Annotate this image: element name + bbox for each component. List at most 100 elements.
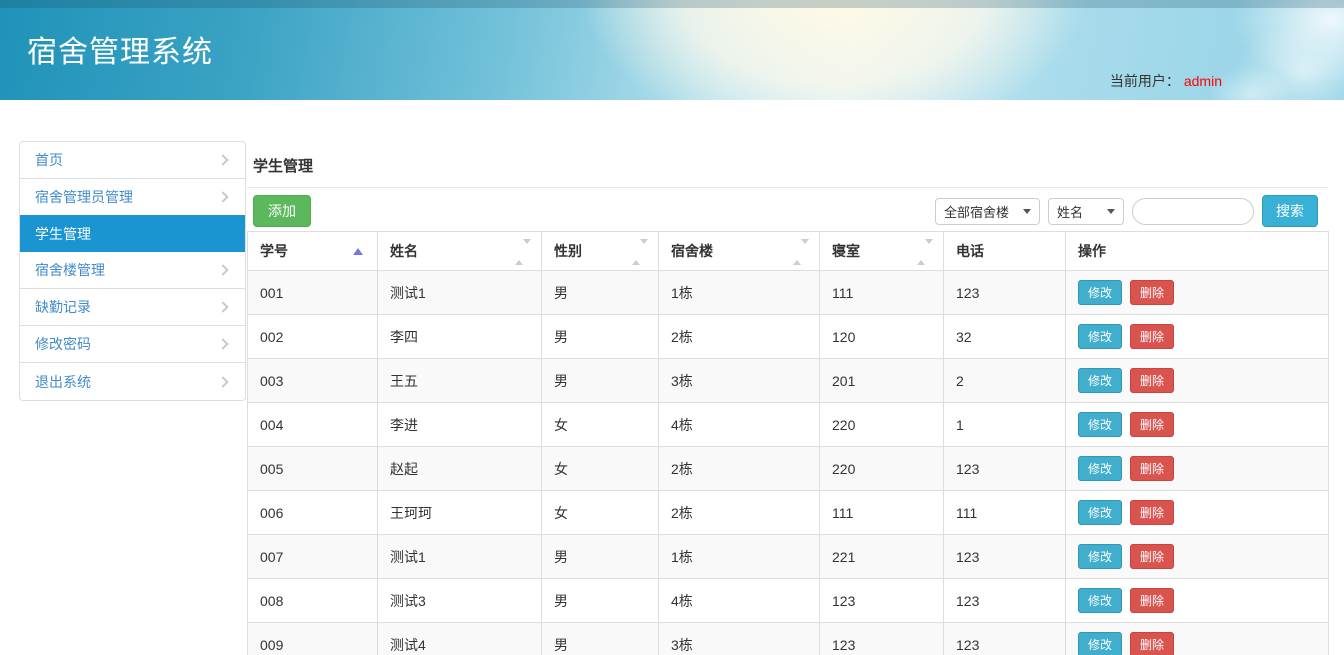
- student-id-cell: 003: [248, 359, 378, 403]
- table-row: 006王珂珂女2栋111111修改删除: [248, 491, 1329, 535]
- delete-button[interactable]: 删除: [1130, 632, 1174, 655]
- sidebar-item[interactable]: 修改密码: [20, 326, 245, 363]
- main-content: 学生管理 添加 全部宿舍楼 姓名 搜索 学号姓名性别宿舍楼寝室电话操作 001测…: [247, 141, 1328, 655]
- column-header-label: 寝室: [832, 243, 860, 259]
- student-room-cell: 111: [820, 271, 944, 315]
- table-header-row: 学号姓名 性别 宿舍楼 寝室 电话 操作: [248, 232, 1329, 271]
- student-room-cell: 220: [820, 447, 944, 491]
- student-id-cell: 004: [248, 403, 378, 447]
- building-filter-select[interactable]: 全部宿舍楼: [935, 198, 1040, 225]
- student-name-cell: 王珂珂: [378, 491, 542, 535]
- edit-button[interactable]: 修改: [1078, 368, 1122, 393]
- student-phone-cell: 32: [944, 315, 1066, 359]
- student-room-cell: 201: [820, 359, 944, 403]
- sidebar-item-label: 退出系统: [35, 372, 91, 392]
- student-name-cell: 李进: [378, 403, 542, 447]
- student-id-cell: 007: [248, 535, 378, 579]
- sidebar-item[interactable]: 学生管理: [19, 215, 246, 252]
- student-building-cell: 4栋: [659, 579, 820, 623]
- column-header-label: 性别: [554, 243, 582, 259]
- sidebar-item-label: 缺勤记录: [35, 297, 91, 317]
- sort-down-arrow: [640, 239, 648, 260]
- add-button[interactable]: 添加: [253, 195, 311, 227]
- table-row: 002李四男2栋12032修改删除: [248, 315, 1329, 359]
- edit-button[interactable]: 修改: [1078, 456, 1122, 481]
- actions-cell: 修改删除: [1066, 579, 1329, 623]
- sidebar-item-label: 首页: [35, 150, 63, 170]
- student-name-cell: 测试3: [378, 579, 542, 623]
- edit-button[interactable]: 修改: [1078, 544, 1122, 569]
- sidebar-item-label: 学生管理: [35, 224, 91, 244]
- edit-button[interactable]: 修改: [1078, 500, 1122, 525]
- field-filter-value: 姓名: [1057, 202, 1083, 221]
- app-header: 宿舍管理系统 当前用户：admin: [0, 0, 1344, 100]
- delete-button[interactable]: 删除: [1130, 412, 1174, 437]
- sidebar-item[interactable]: 宿舍楼管理: [20, 252, 245, 289]
- edit-button[interactable]: 修改: [1078, 324, 1122, 349]
- current-user-name: admin: [1184, 73, 1222, 89]
- table-row: 005赵起女2栋220123修改删除: [248, 447, 1329, 491]
- student-room-cell: 221: [820, 535, 944, 579]
- actions-cell: 修改删除: [1066, 315, 1329, 359]
- sidebar-item-label: 宿舍楼管理: [35, 260, 105, 280]
- sort-up-arrow: [793, 244, 801, 265]
- edit-button[interactable]: 修改: [1078, 412, 1122, 437]
- student-room-cell: 123: [820, 579, 944, 623]
- chevron-right-icon: [217, 338, 228, 349]
- sidebar-item[interactable]: 退出系统: [20, 363, 245, 400]
- sort-up-arrow: [515, 244, 523, 265]
- student-phone-cell: 2: [944, 359, 1066, 403]
- search-input[interactable]: [1132, 198, 1254, 225]
- column-header[interactable]: 性别: [542, 232, 659, 271]
- page-title: 学生管理: [247, 141, 1328, 188]
- delete-button[interactable]: 删除: [1130, 500, 1174, 525]
- table-row: 001测试1男1栋111123修改删除: [248, 271, 1329, 315]
- current-user-info: 当前用户：admin: [1110, 71, 1222, 91]
- search-button[interactable]: 搜索: [1262, 195, 1318, 227]
- student-id-cell: 001: [248, 271, 378, 315]
- sidebar-item[interactable]: 首页: [20, 142, 245, 179]
- column-header[interactable]: 寝室: [820, 232, 944, 271]
- sidebar-item-label: 宿舍管理员管理: [35, 187, 133, 207]
- edit-button[interactable]: 修改: [1078, 632, 1122, 655]
- edit-button[interactable]: 修改: [1078, 588, 1122, 613]
- student-gender-cell: 男: [542, 359, 659, 403]
- student-name-cell: 测试1: [378, 535, 542, 579]
- student-room-cell: 123: [820, 623, 944, 655]
- student-building-cell: 1栋: [659, 271, 820, 315]
- student-gender-cell: 男: [542, 579, 659, 623]
- actions-cell: 修改删除: [1066, 491, 1329, 535]
- sidebar-item-label: 修改密码: [35, 334, 91, 354]
- actions-cell: 修改删除: [1066, 271, 1329, 315]
- column-header-label: 姓名: [390, 243, 418, 259]
- student-building-cell: 2栋: [659, 315, 820, 359]
- student-name-cell: 赵起: [378, 447, 542, 491]
- student-gender-cell: 男: [542, 623, 659, 655]
- student-name-cell: 测试4: [378, 623, 542, 655]
- sort-icon: [515, 244, 531, 260]
- student-building-cell: 3栋: [659, 623, 820, 655]
- column-header-label: 宿舍楼: [671, 243, 713, 259]
- sidebar-item[interactable]: 缺勤记录: [20, 289, 245, 326]
- student-id-cell: 006: [248, 491, 378, 535]
- column-header[interactable]: 学号: [248, 232, 378, 271]
- student-id-cell: 009: [248, 623, 378, 655]
- delete-button[interactable]: 删除: [1130, 324, 1174, 349]
- student-phone-cell: 123: [944, 623, 1066, 655]
- delete-button[interactable]: 删除: [1130, 368, 1174, 393]
- delete-button[interactable]: 删除: [1130, 456, 1174, 481]
- column-header[interactable]: 宿舍楼: [659, 232, 820, 271]
- delete-button[interactable]: 删除: [1130, 280, 1174, 305]
- column-header-label: 电话: [956, 243, 984, 259]
- column-header[interactable]: 姓名: [378, 232, 542, 271]
- delete-button[interactable]: 删除: [1130, 588, 1174, 613]
- field-filter-select[interactable]: 姓名: [1048, 198, 1124, 225]
- chevron-right-icon: [217, 191, 228, 202]
- student-id-cell: 008: [248, 579, 378, 623]
- delete-button[interactable]: 删除: [1130, 544, 1174, 569]
- column-header: 操作: [1066, 232, 1329, 271]
- table-row: 009测试4男3栋123123修改删除: [248, 623, 1329, 655]
- student-building-cell: 1栋: [659, 535, 820, 579]
- edit-button[interactable]: 修改: [1078, 280, 1122, 305]
- sidebar-item[interactable]: 宿舍管理员管理: [20, 179, 245, 216]
